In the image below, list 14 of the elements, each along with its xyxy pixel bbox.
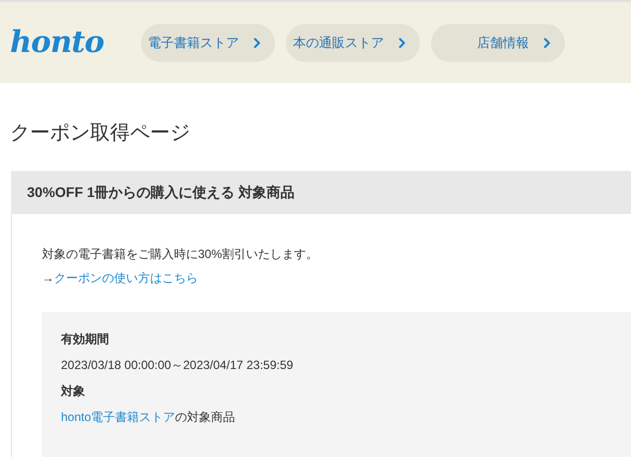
nav-button[interactable]: 電子書籍ストア (141, 24, 275, 62)
nav-button[interactable]: 本の通販ストア (286, 24, 420, 62)
page-title: クーポン取得ページ (10, 121, 191, 146)
logo[interactable]: honto (10, 28, 110, 58)
detail-label: 有効期間 (61, 331, 110, 348)
arrow-text: → (42, 271, 54, 285)
detail-value: 2023/03/18 00:00:00～2023/04/17 23:59:59 (61, 357, 294, 374)
nav-button[interactable]: 店舗情報 (431, 24, 565, 62)
detail-value: honto電子書籍ストアの対象商品 (61, 409, 236, 426)
how-to-link[interactable]: クーポンの使い方はこちら (54, 271, 198, 285)
detail-label: 対象 (61, 383, 86, 400)
coupon-description: 対象の電子書籍をご購入時に30%割引いたします。 (42, 246, 320, 263)
coupon-heading: 30%OFF 1冊からの購入に使える 対象商品 (11, 171, 631, 214)
store-link[interactable]: honto電子書籍ストア (61, 410, 176, 424)
